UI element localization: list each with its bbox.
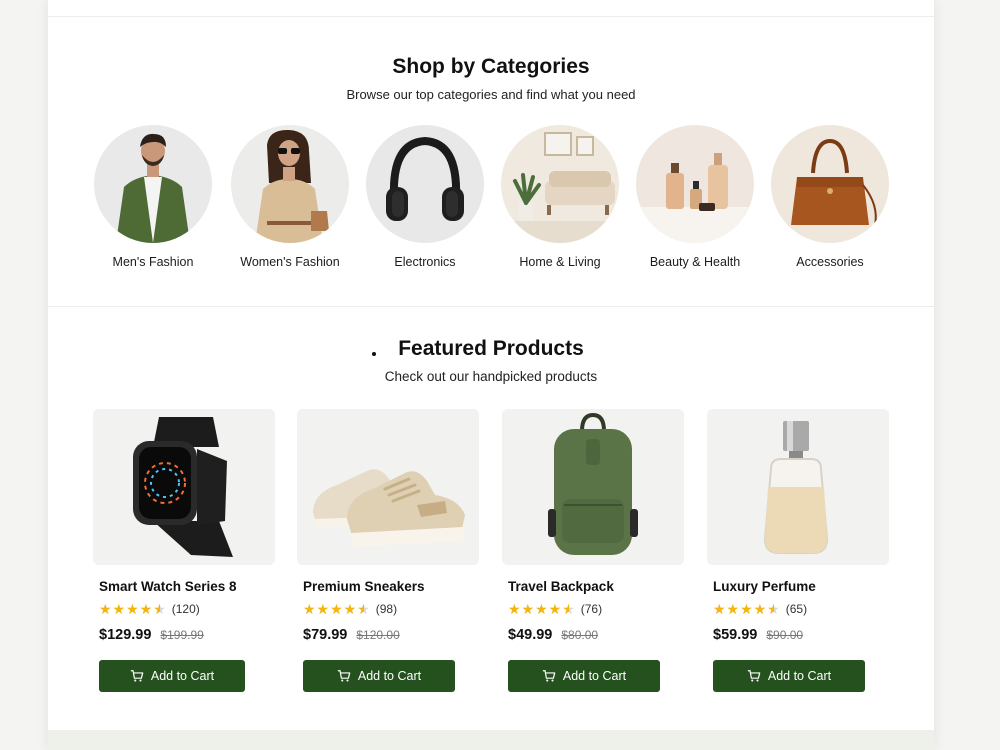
add-to-cart-button[interactable]: Add to Cart (713, 660, 865, 692)
rating-stars-fill: ★★★★★ (713, 601, 774, 617)
smart-watch-image[interactable] (93, 409, 275, 565)
current-price: $49.99 (508, 627, 553, 643)
product-prices: $59.99 $90.00 (713, 627, 889, 645)
sneakers-image[interactable] (297, 409, 479, 565)
category-home-living[interactable]: Home & Living (485, 125, 635, 269)
current-price: $79.99 (303, 627, 348, 643)
product-rating: ★★★★★ ★★★★★ (120) (99, 601, 275, 617)
beauty-health-image (636, 125, 754, 243)
current-price: $129.99 (99, 627, 152, 643)
product-card: Smart Watch Series 8 ★★★★★ ★★★★★ (120) $… (93, 409, 275, 692)
category-womens-fashion[interactable]: Women's Fashion (215, 125, 365, 269)
rating-stars: ★★★★★ ★★★★★ (508, 601, 576, 617)
category-label: Electronics (394, 255, 456, 269)
categories-section: Shop by Categories Browse our top catego… (48, 17, 934, 307)
product-card: Premium Sneakers ★★★★★ ★★★★★ (98) $79.99… (297, 409, 479, 692)
original-price: $199.99 (160, 628, 204, 642)
product-name[interactable]: Premium Sneakers (303, 579, 479, 594)
add-to-cart-label: Add to Cart (150, 669, 215, 683)
backpack-image[interactable] (502, 409, 684, 565)
cart-icon (747, 670, 761, 682)
category-label: Home & Living (519, 255, 601, 269)
add-to-cart-button[interactable]: Add to Cart (508, 660, 660, 692)
perfume-image[interactable] (707, 409, 889, 565)
product-prices: $79.99 $120.00 (303, 627, 479, 645)
cart-icon (130, 670, 144, 682)
product-rating: ★★★★★ ★★★★★ (98) (303, 601, 479, 617)
review-count: (76) (580, 602, 603, 616)
product-name[interactable]: Smart Watch Series 8 (99, 579, 275, 594)
category-beauty-health[interactable]: Beauty & Health (620, 125, 770, 269)
add-to-cart-button[interactable]: Add to Cart (99, 660, 245, 692)
original-price: $120.00 (356, 628, 400, 642)
category-label: Women's Fashion (240, 255, 340, 269)
original-price: $90.00 (766, 628, 804, 642)
product-rating: ★★★★★ ★★★★★ (76) (508, 601, 684, 617)
footer-strip (48, 730, 934, 750)
current-price: $59.99 (713, 627, 758, 643)
category-list: Men's Fashion Women's Fashion Electronic… (48, 125, 934, 275)
accessories-image (771, 125, 889, 243)
electronics-image (366, 125, 484, 243)
product-card: Travel Backpack ★★★★★ ★★★★★ (76) $49.99 … (502, 409, 684, 692)
cart-icon (542, 670, 556, 682)
top-strip (48, 0, 934, 17)
add-to-cart-button[interactable]: Add to Cart (303, 660, 455, 692)
rating-stars-fill: ★★★★★ (508, 601, 569, 617)
rating-stars-fill: ★★★★★ (99, 601, 160, 617)
product-rating: ★★★★★ ★★★★★ (65) (713, 601, 889, 617)
category-label: Beauty & Health (649, 255, 741, 269)
featured-title: Featured Products (398, 337, 584, 360)
categories-subtitle: Browse our top categories and find what … (346, 87, 636, 102)
home-living-image (501, 125, 619, 243)
add-to-cart-label: Add to Cart (562, 669, 627, 683)
product-name[interactable]: Travel Backpack (508, 579, 684, 594)
product-name[interactable]: Luxury Perfume (713, 579, 889, 594)
womens-fashion-image (231, 125, 349, 243)
page: Shop by Categories Browse our top catego… (48, 0, 934, 750)
category-mens-fashion[interactable]: Men's Fashion (78, 125, 228, 269)
featured-subtitle: Check out our handpicked products (384, 369, 598, 384)
cart-icon (337, 670, 351, 682)
original-price: $80.00 (561, 628, 599, 642)
product-card: Luxury Perfume ★★★★★ ★★★★★ (65) $59.99 $… (707, 409, 889, 692)
mens-fashion-image (94, 125, 212, 243)
category-label: Men's Fashion (112, 255, 194, 269)
rating-stars: ★★★★★ ★★★★★ (303, 601, 371, 617)
product-prices: $49.99 $80.00 (508, 627, 684, 645)
category-electronics[interactable]: Electronics (350, 125, 500, 269)
add-to-cart-label: Add to Cart (767, 669, 832, 683)
review-count: (120) (171, 602, 200, 616)
category-accessories[interactable]: Accessories (755, 125, 905, 269)
category-label: Accessories (796, 255, 864, 269)
review-count: (65) (785, 602, 808, 616)
rating-stars: ★★★★★ ★★★★★ (713, 601, 781, 617)
categories-title: Shop by Categories (392, 55, 590, 78)
review-count: (98) (375, 602, 398, 616)
featured-section: Featured Products Check out our handpick… (48, 307, 934, 732)
rating-stars: ★★★★★ ★★★★★ (99, 601, 167, 617)
rating-stars-fill: ★★★★★ (303, 601, 364, 617)
add-to-cart-label: Add to Cart (357, 669, 422, 683)
product-prices: $129.99 $199.99 (99, 627, 275, 645)
